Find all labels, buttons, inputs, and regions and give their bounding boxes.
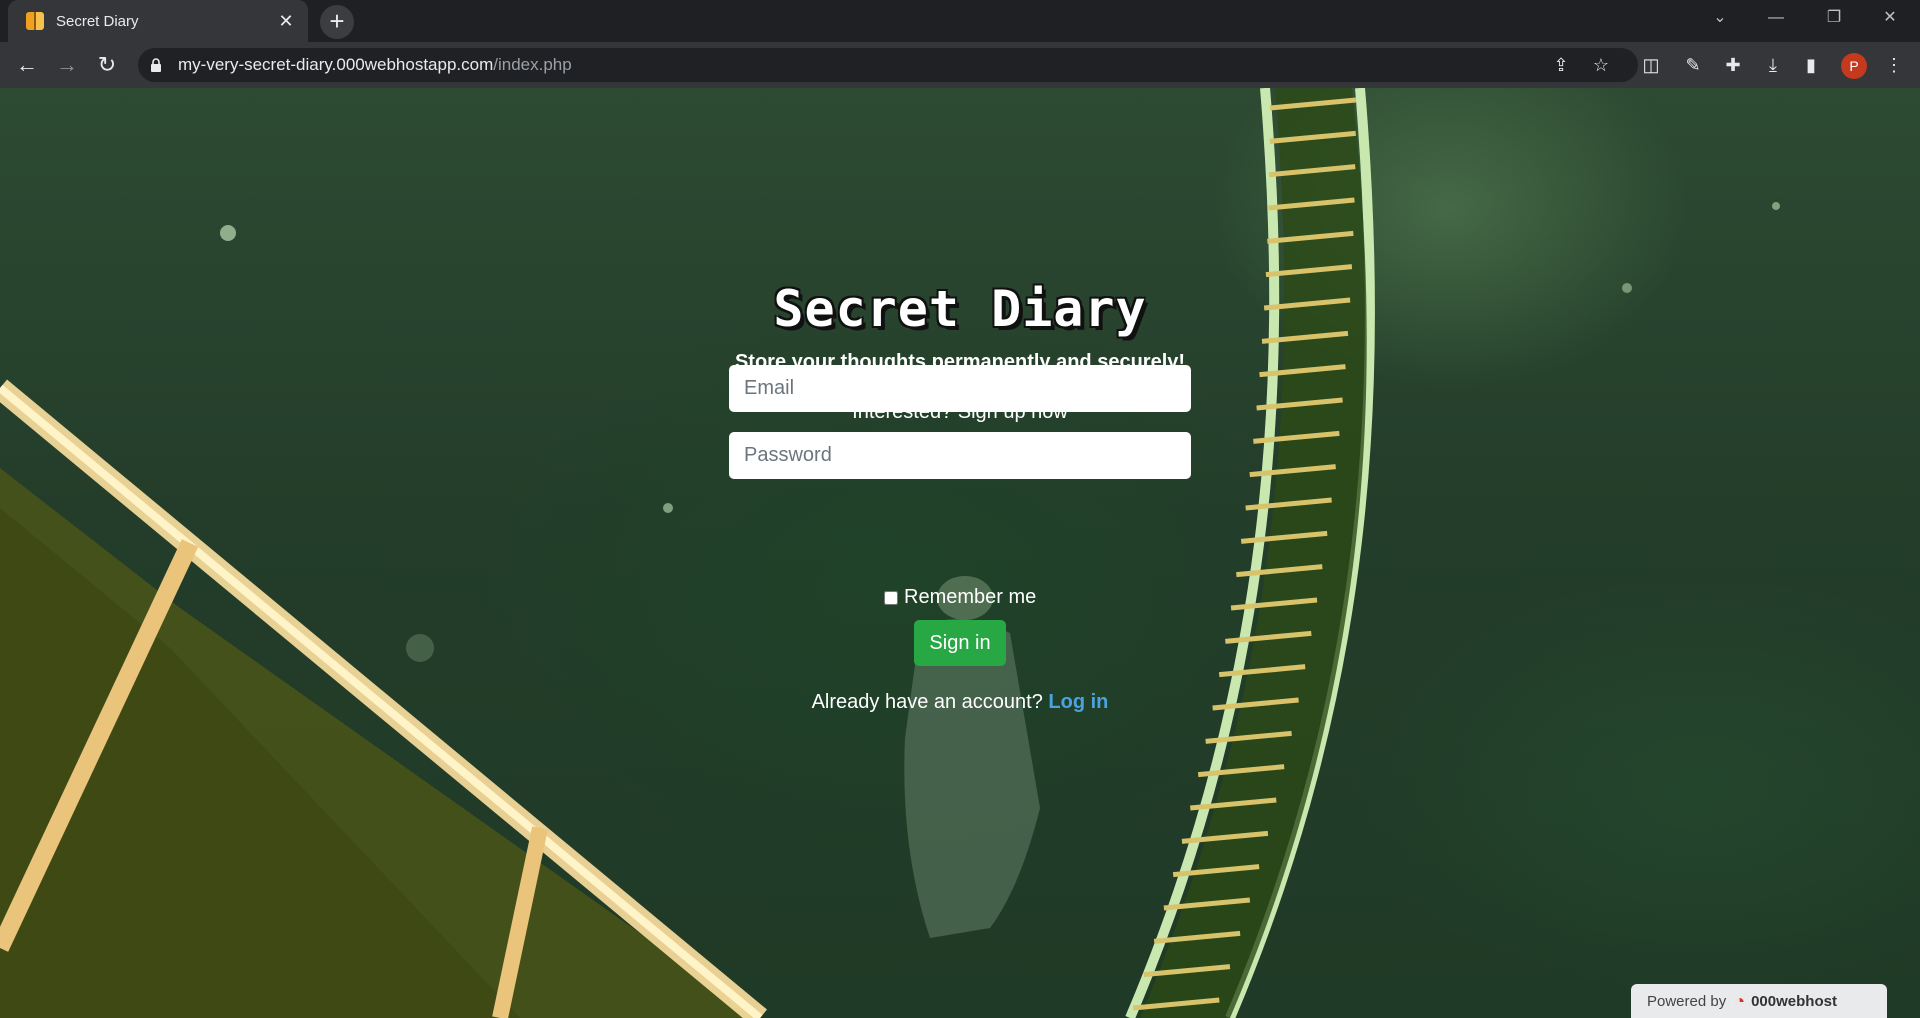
minimize-icon[interactable]: —	[1748, 0, 1804, 36]
menu-icon[interactable]: ⋮	[1881, 52, 1907, 78]
new-tab-button[interactable]: +	[320, 5, 354, 39]
sidepanel-icon[interactable]: ▮	[1798, 52, 1824, 78]
brand-name: 000webhost	[1751, 992, 1837, 1010]
tab-strip: Secret Diary ✕ + ⌄ — ❐ ✕	[0, 0, 1920, 42]
webhost-logo-icon: ◔	[1734, 990, 1746, 1011]
page-title: Secret Diary	[773, 280, 1147, 338]
remember-me-checkbox[interactable]	[884, 590, 898, 605]
back-icon[interactable]: ←	[12, 50, 42, 80]
login-prompt: Already have an account? Log in	[0, 691, 1920, 714]
restore-icon[interactable]: ❐	[1806, 0, 1862, 36]
tab-title: Secret Diary	[56, 12, 139, 30]
diary-favicon-icon	[26, 12, 44, 30]
powered-by-text: Powered by	[1647, 992, 1727, 1010]
tab-search-icon[interactable]: ⌄	[1692, 0, 1748, 36]
puzzle-icon[interactable]: ✚	[1720, 52, 1746, 78]
tab-secret-diary[interactable]: Secret Diary ✕	[8, 0, 308, 42]
profile-avatar[interactable]: P	[1841, 53, 1867, 79]
forward-icon[interactable]: →	[52, 50, 82, 80]
email-field[interactable]	[729, 365, 1191, 412]
close-window-icon[interactable]: ✕	[1862, 0, 1918, 36]
share-icon[interactable]: ⇪	[1548, 52, 1574, 78]
lock-icon	[151, 58, 161, 72]
close-tab-icon[interactable]: ✕	[272, 11, 300, 32]
url-text[interactable]: my-very-secret-diary.000webhostapp.com/i…	[178, 55, 572, 75]
password-field[interactable]	[729, 432, 1191, 479]
extension-icon[interactable]: ◫	[1638, 52, 1664, 78]
star-icon[interactable]: ☆	[1588, 52, 1614, 78]
background-illustration	[0, 88, 1780, 1018]
download-icon[interactable]: ⤓	[1760, 52, 1786, 78]
url-path: /index.php	[493, 55, 572, 74]
reload-icon[interactable]: ↻	[92, 50, 122, 80]
url-host: my-very-secret-diary.000webhostapp.com	[178, 55, 494, 74]
pen-extension-icon[interactable]: ✎	[1680, 52, 1706, 78]
sign-in-button[interactable]: Sign in	[914, 620, 1006, 666]
remember-me[interactable]: Remember me	[884, 586, 1036, 609]
log-in-link[interactable]: Log in	[1048, 691, 1108, 713]
page-background: Secret Diary Store your thoughts permane…	[0, 88, 1920, 1018]
remember-me-label: Remember me	[904, 586, 1037, 608]
brand: ◔ 000webhost	[1734, 991, 1837, 1012]
powered-by-badge[interactable]: Powered by ◔ 000webhost	[1631, 984, 1887, 1018]
login-prompt-text: Already have an account?	[811, 691, 1043, 713]
